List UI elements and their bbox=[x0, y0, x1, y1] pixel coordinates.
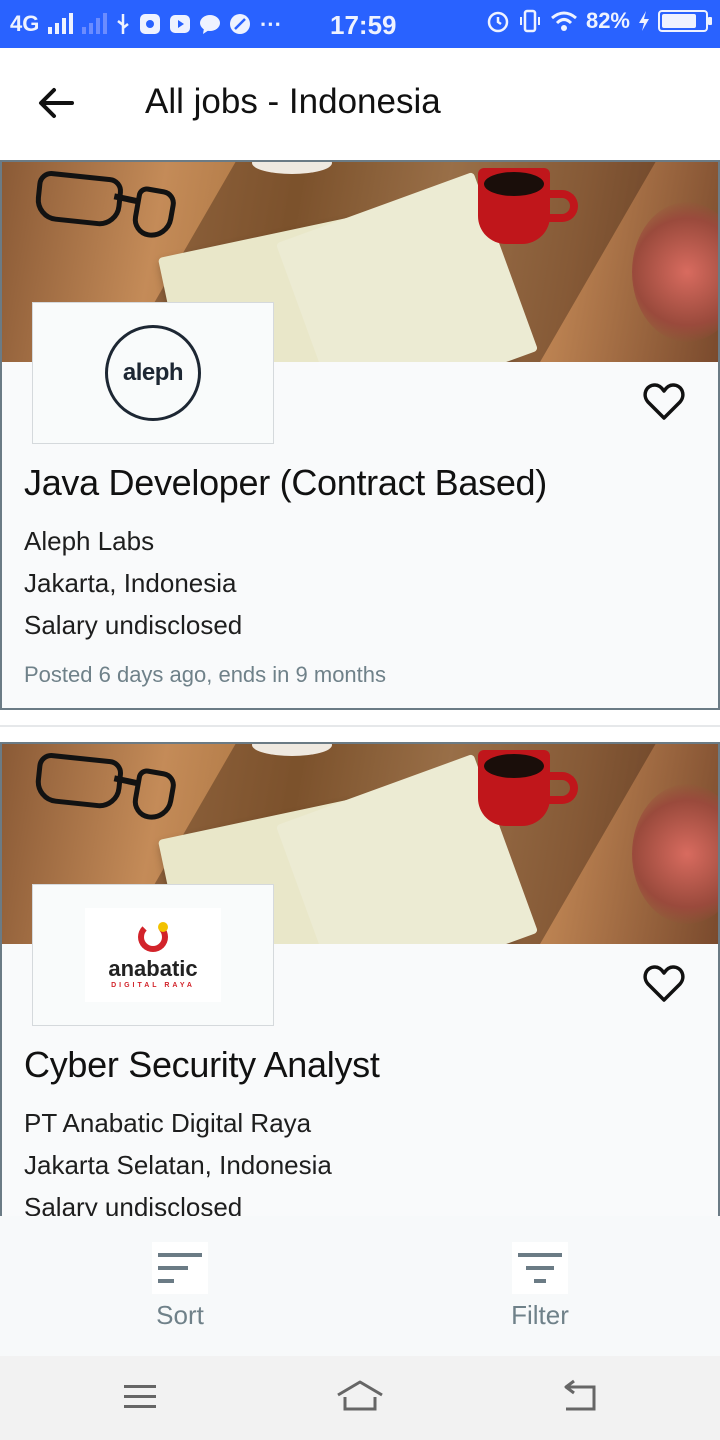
status-right: 82% bbox=[486, 8, 712, 34]
leaf-icon bbox=[229, 13, 251, 35]
more-notifications-icon: ⋯ bbox=[259, 11, 282, 36]
nav-home-button[interactable] bbox=[330, 1376, 390, 1420]
job-title[interactable]: Java Developer (Contract Based) bbox=[24, 462, 547, 504]
battery-percent: 82% bbox=[585, 8, 630, 33]
signal-2-icon bbox=[81, 13, 108, 35]
company-logo: anabatic DIGITAL RAYA bbox=[32, 884, 274, 1026]
home-icon bbox=[335, 1379, 385, 1418]
clock: 17:59 bbox=[330, 10, 397, 40]
company-logo: aleph bbox=[32, 302, 274, 444]
vibrate-icon bbox=[518, 9, 542, 33]
sort-button[interactable]: Sort bbox=[0, 1216, 360, 1356]
company-name: Aleph Labs bbox=[24, 526, 155, 556]
job-posted-info: Posted 6 days ago, ends in 9 months bbox=[24, 662, 387, 687]
return-icon bbox=[560, 1379, 600, 1418]
company-name: PT Anabatic Digital Raya bbox=[24, 1108, 312, 1138]
sort-icon bbox=[152, 1241, 208, 1294]
card-divider bbox=[0, 725, 720, 727]
job-card[interactable]: anabatic DIGITAL RAYA Cyber Security Ana… bbox=[0, 742, 720, 1216]
system-nav-bar bbox=[0, 1356, 720, 1440]
signal-icon bbox=[47, 13, 74, 35]
anabatic-logo: anabatic DIGITAL RAYA bbox=[85, 908, 221, 1002]
filter-button[interactable]: Filter bbox=[360, 1216, 720, 1356]
job-salary: Salary undisclosed bbox=[24, 1192, 243, 1216]
usb-icon bbox=[115, 13, 131, 35]
chat-icon bbox=[199, 13, 221, 35]
page-title: All jobs - Indonesia bbox=[145, 82, 441, 121]
job-list[interactable]: aleph Java Developer (Contract Based) Al… bbox=[0, 160, 720, 1216]
battery-icon bbox=[658, 10, 712, 32]
aleph-logo: aleph bbox=[105, 325, 201, 421]
heart-outline-icon bbox=[643, 382, 685, 426]
status-left: 4G ⋯ bbox=[10, 11, 281, 37]
job-title[interactable]: Cyber Security Analyst bbox=[24, 1044, 380, 1086]
youtube-icon bbox=[169, 13, 191, 35]
job-location: Jakarta Selatan, Indonesia bbox=[24, 1150, 332, 1180]
sort-label: Sort bbox=[156, 1299, 204, 1330]
favorite-button[interactable] bbox=[638, 962, 690, 1010]
bottom-action-bar: Sort Filter bbox=[0, 1216, 720, 1356]
alarm-icon bbox=[486, 9, 510, 33]
arrow-left-icon bbox=[38, 87, 74, 124]
anabatic-mark-icon bbox=[138, 921, 168, 952]
charging-icon bbox=[638, 10, 650, 32]
filter-label: Filter bbox=[511, 1299, 569, 1330]
heart-outline-icon bbox=[643, 964, 685, 1008]
nav-back-button[interactable] bbox=[550, 1376, 610, 1420]
back-button[interactable] bbox=[26, 78, 86, 132]
menu-icon bbox=[122, 1382, 158, 1415]
network-type: 4G bbox=[10, 11, 40, 36]
filter-icon bbox=[512, 1241, 568, 1294]
status-bar: 4G ⋯ 17:59 82% bbox=[0, 0, 720, 48]
job-location: Jakarta, Indonesia bbox=[24, 568, 237, 598]
app-notification-icon bbox=[139, 13, 161, 35]
wifi-icon bbox=[550, 10, 578, 32]
app-bar: All jobs - Indonesia bbox=[0, 48, 720, 160]
favorite-button[interactable] bbox=[638, 380, 690, 428]
nav-menu-button[interactable] bbox=[110, 1376, 170, 1420]
job-card[interactable]: aleph Java Developer (Contract Based) Al… bbox=[0, 160, 720, 710]
job-salary: Salary undisclosed bbox=[24, 610, 243, 640]
